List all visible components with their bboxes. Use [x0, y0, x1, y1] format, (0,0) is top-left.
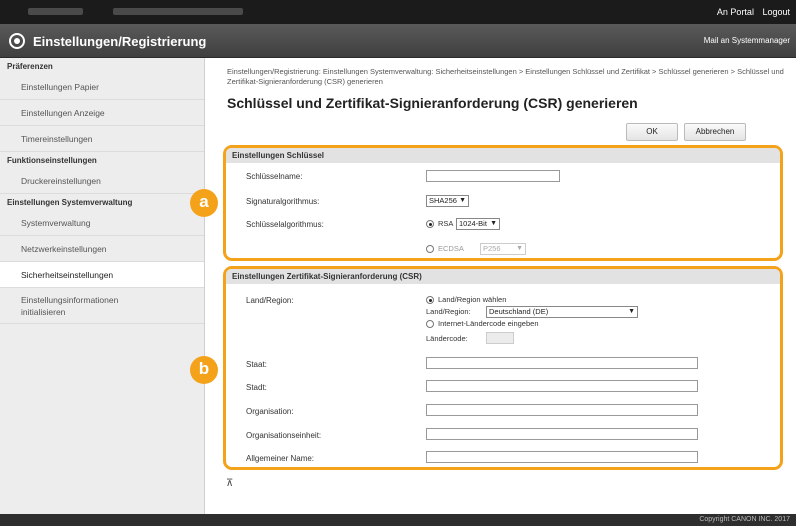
organization-input[interactable] — [426, 404, 698, 416]
top-bar: An Portal Logout — [0, 0, 796, 24]
blurred-text — [28, 8, 83, 15]
org-unit-label: Organisationseinheit: — [246, 431, 322, 440]
signature-algorithm-select[interactable]: SHA256 ▼ — [426, 195, 469, 207]
select-country-radio[interactable] — [426, 296, 434, 304]
page-title: Schlüssel und Zertifikat-Signieranforder… — [227, 95, 638, 111]
ecdsa-curve-value: P256 — [483, 244, 501, 253]
country-code-label: Ländercode: — [426, 334, 468, 343]
sidebar-item-printer[interactable]: Druckereinstellungen — [0, 168, 204, 194]
select-country-label: Land/Region wählen — [438, 295, 507, 304]
sidebar-item-sysadmin[interactable]: Systemverwaltung — [0, 210, 204, 236]
sidebar-item-paper[interactable]: Einstellungen Papier — [0, 74, 204, 100]
top-links: An Portal Logout — [711, 7, 790, 17]
organization-label: Organisation: — [246, 407, 294, 416]
rsa-label: RSA — [438, 219, 454, 228]
enter-code-label: Internet-Ländercode eingeben — [438, 319, 539, 328]
ecdsa-label: ECDSA — [438, 244, 464, 253]
portal-link[interactable]: An Portal — [717, 7, 754, 17]
country-code-input[interactable] — [486, 332, 514, 344]
chevron-down-icon: ▼ — [516, 245, 523, 252]
breadcrumb: Einstellungen/Registrierung: Einstellung… — [227, 67, 784, 86]
ok-button[interactable]: OK — [626, 123, 678, 141]
ecdsa-curve-select[interactable]: P256 ▼ — [480, 243, 526, 255]
cancel-button[interactable]: Abbrechen — [684, 123, 746, 141]
csr-settings-header: Einstellungen Zertifikat-Signieranforder… — [226, 269, 780, 284]
key-settings-header: Einstellungen Schlüssel — [226, 148, 780, 163]
chevron-down-icon: ▼ — [459, 197, 466, 204]
chevron-down-icon: ▼ — [628, 308, 635, 315]
rsa-bits-value: 1024-Bit — [459, 219, 487, 228]
sidebar-item-display[interactable]: Einstellungen Anzeige — [0, 100, 204, 126]
country-select[interactable]: Deutschland (DE) ▼ — [486, 306, 638, 318]
mail-admin-link[interactable]: Mail an Systemmanager — [704, 36, 790, 45]
copyright-text: Copyright CANON INC. 2017 — [699, 516, 790, 523]
common-name-label: Allgemeiner Name: — [246, 454, 315, 463]
callout-badge-a: a — [190, 189, 218, 217]
sidebar-section-sysadmin: Einstellungen Systemverwaltung — [7, 198, 133, 207]
sidebar-section-preferences: Präferenzen — [7, 62, 53, 71]
key-name-label: Schlüsselname: — [246, 172, 303, 181]
enter-code-radio[interactable] — [426, 320, 434, 328]
signature-algorithm-label: Signaturalgorithmus: — [246, 197, 320, 206]
sidebar-item-network[interactable]: Netzwerkeinstellungen — [0, 236, 204, 262]
sidebar-item-security[interactable]: Sicherheitseinstellungen — [0, 262, 204, 288]
sidebar-item-init-line1: Einstellungsinformationen — [21, 295, 119, 305]
city-label: Stadt: — [246, 383, 267, 392]
country-value: Deutschland (DE) — [489, 307, 549, 316]
ecdsa-radio[interactable] — [426, 245, 434, 253]
key-algorithm-label: Schlüsselalgorithmus: — [246, 220, 324, 229]
org-unit-input[interactable] — [426, 428, 698, 440]
state-input[interactable] — [426, 357, 698, 369]
sidebar: Präferenzen Einstellungen Papier Einstel… — [0, 58, 205, 514]
rsa-bits-select[interactable]: 1024-Bit ▼ — [456, 218, 500, 230]
settings-gear-icon — [9, 33, 25, 49]
sidebar-section-functions: Funktionseinstellungen — [7, 156, 97, 165]
footer: Copyright CANON INC. 2017 — [0, 514, 796, 526]
rsa-radio[interactable] — [426, 220, 434, 228]
sidebar-item-timer[interactable]: Timereinstellungen — [0, 126, 204, 152]
logout-link[interactable]: Logout — [762, 7, 790, 17]
blurred-text — [113, 8, 243, 15]
city-input[interactable] — [426, 380, 698, 392]
sidebar-item-init-line2: initialisieren — [21, 307, 66, 317]
signature-algorithm-value: SHA256 — [429, 196, 457, 205]
country-label: Land/Region: — [246, 296, 294, 305]
sidebar-item-init[interactable]: Einstellungsinformationen initialisieren — [0, 288, 204, 324]
country-select-label: Land/Region: — [426, 307, 471, 316]
app-header: Einstellungen/Registrierung Mail an Syst… — [0, 24, 796, 58]
app-title: Einstellungen/Registrierung — [33, 34, 207, 49]
state-label: Staat: — [246, 360, 267, 369]
callout-badge-b: b — [190, 356, 218, 384]
chevron-down-icon: ▼ — [490, 220, 497, 227]
key-name-input[interactable] — [426, 170, 560, 182]
to-top-icon[interactable]: ⊼ — [226, 478, 233, 489]
common-name-input[interactable] — [426, 451, 698, 463]
